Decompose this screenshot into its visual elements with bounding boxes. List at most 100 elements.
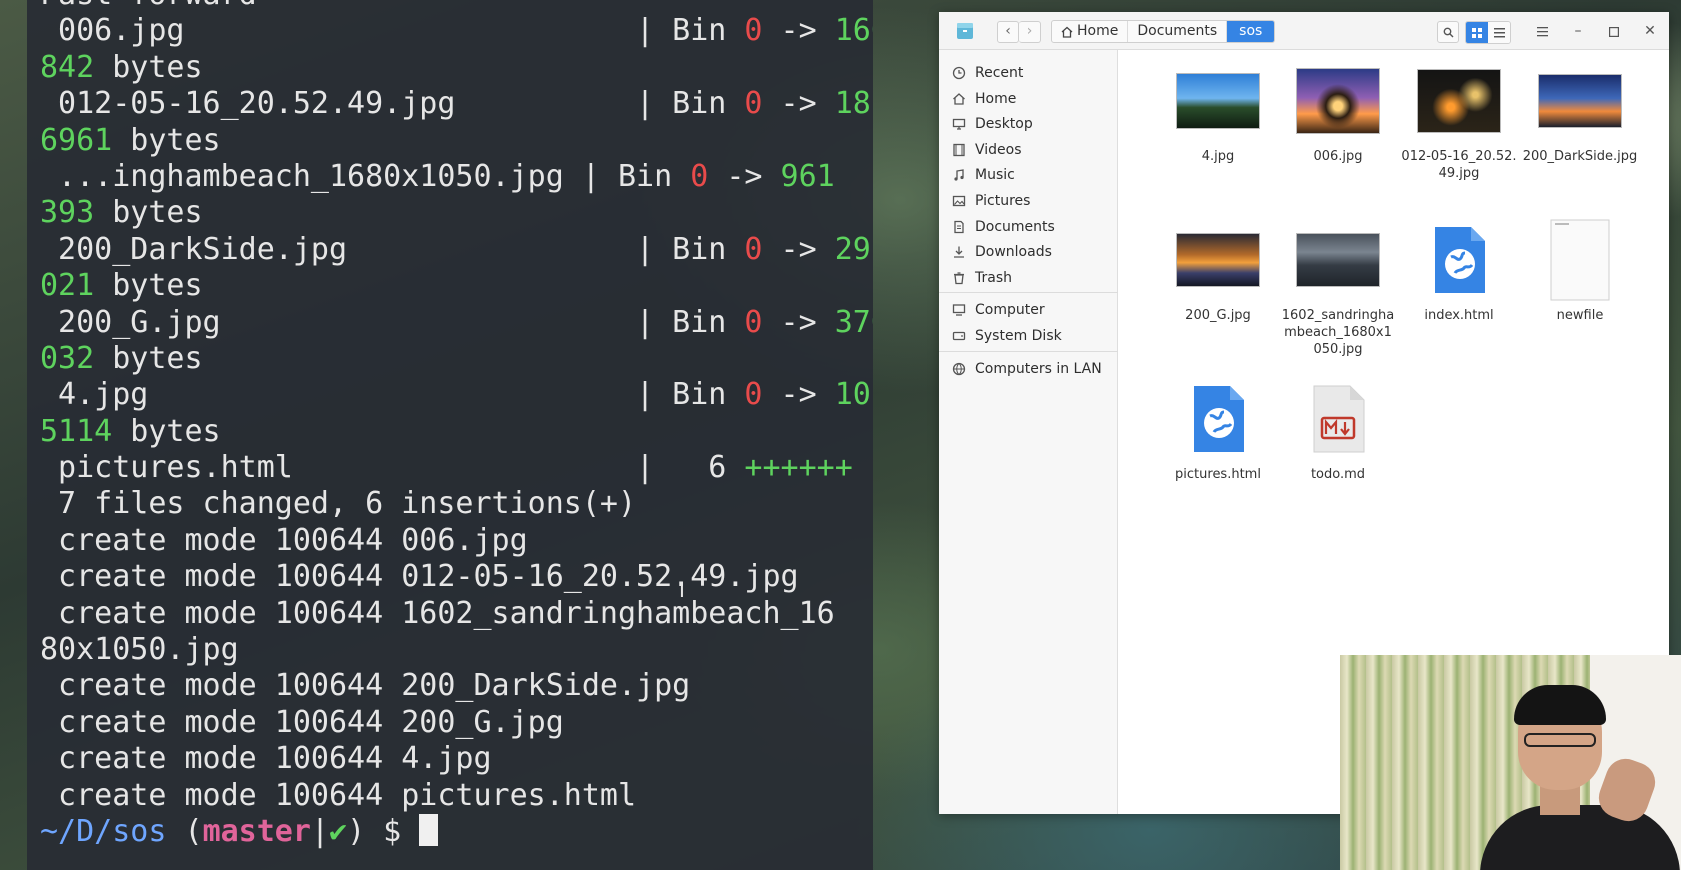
terminal-line: create mode 100644 200_G.jpg — [40, 705, 873, 741]
file-item[interactable]: 006.jpg — [1280, 62, 1396, 165]
terminal-line: 6961 bytes — [40, 123, 873, 159]
places-sidebar: Recent Home Desktop Videos Music Pictures Docu… — [939, 50, 1118, 814]
terminal-output: Fast-forward 006.jpg | Bin 0 -> 166842 b… — [40, 0, 873, 850]
terminal-text-segment: -> — [708, 158, 781, 194]
desktop-icon — [952, 117, 966, 131]
computer-icon — [952, 303, 966, 317]
terminal-text-segment: -> — [762, 86, 835, 122]
file-item[interactable]: 4.jpg — [1160, 62, 1276, 165]
image-thumbnail — [1417, 69, 1501, 133]
sidebar-item-documents[interactable]: Documents — [939, 214, 1118, 240]
back-button[interactable]: ‹ — [997, 21, 1019, 43]
sidebar-item-system-disk[interactable]: System Disk — [939, 323, 1118, 349]
markdown-file-icon — [1313, 385, 1365, 453]
sidebar-item-label: Desktop — [975, 116, 1033, 133]
sidebar-item-videos[interactable]: Videos — [939, 137, 1118, 163]
file-name: 006.jpg — [1313, 149, 1363, 164]
forward-button[interactable]: › — [1019, 21, 1041, 43]
sidebar-item-label: Home — [975, 90, 1017, 107]
sidebar-item-music[interactable]: Music — [939, 162, 1118, 188]
sidebar-item-home[interactable]: Home — [939, 86, 1118, 112]
terminal-line: 5114 bytes — [40, 414, 873, 450]
list-view-button[interactable] — [1488, 22, 1510, 43]
terminal-line: 200_G.jpg | Bin 0 -> 370 — [40, 305, 873, 341]
terminal-text-segment: 166 — [834, 13, 873, 49]
home-icon — [952, 92, 966, 106]
file-item[interactable]: 200_DarkSide.jpg — [1522, 62, 1638, 165]
sidebar-item-trash[interactable]: Trash — [939, 265, 1118, 291]
sidebar-item-downloads[interactable]: Downloads — [939, 239, 1118, 265]
prompt-open: ( — [166, 813, 203, 849]
file-item[interactable]: 1602_sandringhambeach_1680x1050.jpg — [1280, 221, 1396, 358]
file-item[interactable]: index.html — [1401, 221, 1517, 324]
file-name: todo.md — [1310, 467, 1366, 482]
breadcrumb-sos[interactable]: sos — [1227, 21, 1275, 42]
terminal-text-segment: 80x1050.jpg — [40, 632, 239, 668]
terminal-line: 393 bytes — [40, 195, 873, 231]
terminal-text-segment: -> — [762, 13, 835, 49]
terminal-text-segment: 6961 — [40, 122, 113, 158]
sidebar-item-pictures[interactable]: Pictures — [939, 188, 1118, 214]
terminal-line: create mode 100644 pictures.html — [40, 778, 873, 814]
text-cursor-icon: I — [679, 578, 685, 602]
sidebar-item-recent[interactable]: Recent — [939, 60, 1118, 86]
sidebar-item-label: Videos — [975, 141, 1022, 158]
terminal-line: 200_DarkSide.jpg | Bin 0 -> 292 — [40, 232, 873, 268]
menu-button[interactable] — [1531, 21, 1553, 43]
grid-view-button[interactable] — [1466, 22, 1488, 43]
terminal-line: ...inghambeach_1680x1050.jpg | Bin 0 -> … — [40, 159, 873, 195]
sidebar-item-computer[interactable]: Computer — [939, 297, 1118, 323]
webcam-overlay — [1340, 655, 1681, 870]
clock-icon — [952, 66, 966, 80]
file-item[interactable]: 012-05-16_20.52.49.jpg — [1401, 62, 1517, 182]
presenter-hair — [1514, 685, 1606, 725]
sidebar-item-label: Computers in LAN — [975, 360, 1102, 377]
file-item[interactable]: todo.md — [1280, 380, 1396, 483]
prompt-path: ~/D/sos — [40, 813, 167, 849]
document-icon — [952, 220, 966, 234]
file-item[interactable]: newfile — [1522, 219, 1638, 324]
minimize-button[interactable]: – — [1567, 21, 1589, 43]
terminal-text-segment: ++++++ — [744, 450, 853, 486]
terminal-text-segment: 101 — [834, 377, 873, 413]
terminal-text-segment: 0 — [690, 158, 709, 194]
maximize-button[interactable] — [1603, 21, 1625, 43]
terminal-text-segment: create mode 100644 1602_sandringhambeach… — [40, 595, 835, 631]
image-thumbnail — [1176, 233, 1260, 287]
terminal-line: create mode 100644 200_DarkSide.jpg — [40, 668, 873, 704]
terminal-line: create mode 100644 006.jpg — [40, 523, 873, 559]
terminal-text-segment: 961 — [780, 158, 835, 194]
search-button[interactable] — [1437, 21, 1459, 43]
terminal-prompt[interactable]: ~/D/sos (master|✔) $ — [40, 813, 873, 850]
terminal-text-segment: 0 — [744, 231, 763, 267]
terminal-text-segment: 842 — [40, 49, 95, 85]
sidebar-item-desktop[interactable]: Desktop — [939, 111, 1118, 137]
file-manager-app-icon — [957, 23, 973, 39]
view-switcher — [1465, 21, 1511, 44]
terminal-line: 012-05-16_20.52.49.jpg | Bin 0 -> 181 — [40, 86, 873, 122]
file-name: 4.jpg — [1201, 149, 1235, 164]
prompt-close: ) — [347, 813, 366, 849]
sidebar-item-label: Recent — [975, 65, 1024, 81]
html-file-icon — [1194, 386, 1244, 452]
sidebar-item-computers-in-lan[interactable]: Computers in LAN — [939, 356, 1118, 382]
terminal-text-segment: 181 — [834, 86, 873, 122]
terminal-text-segment: -> — [762, 231, 835, 267]
breadcrumb-home[interactable]: Home — [1052, 21, 1129, 42]
image-thumbnail — [1176, 73, 1260, 129]
image-thumbnail — [1538, 74, 1622, 128]
file-item[interactable]: pictures.html — [1160, 380, 1276, 483]
terminal-text-segment: pictures.html | 6 — [40, 450, 745, 486]
list-view-icon — [1493, 27, 1505, 37]
file-name: 1602_sandringhambeach_1680x1050.jpg — [1281, 308, 1395, 357]
close-button[interactable]: ✕ — [1639, 21, 1661, 43]
terminal-text-segment: Fast-forward — [40, 0, 257, 12]
file-item[interactable]: 200_G.jpg — [1160, 221, 1276, 324]
breadcrumb-documents[interactable]: Documents — [1128, 21, 1228, 42]
terminal-text-segment: bytes — [94, 268, 203, 304]
terminal-text-segment: create mode 100644 200_G.jpg — [40, 704, 564, 740]
prompt-symbol: $ — [365, 813, 420, 849]
terminal-line: pictures.html | 6 ++++++ — [40, 450, 873, 486]
terminal-window[interactable]: Fast-forward 006.jpg | Bin 0 -> 166842 b… — [27, 0, 873, 870]
network-icon — [952, 362, 966, 376]
